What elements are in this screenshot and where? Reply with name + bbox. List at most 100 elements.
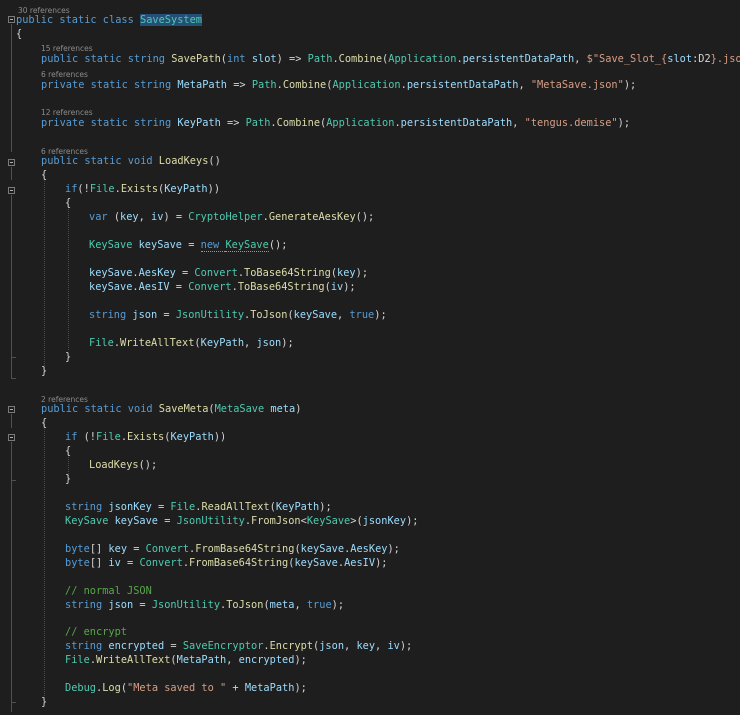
code-line[interactable]: KeySave keySave = new KeySave(); [0, 239, 740, 252]
codelens-keypath-references[interactable]: 12 references [41, 108, 93, 117]
code-token: ); [375, 557, 388, 569]
code-token: iv [330, 281, 344, 293]
code-line[interactable]: { [0, 445, 740, 457]
code-token: AesIV [344, 557, 376, 569]
codelens-savepath-references[interactable]: 15 references [41, 44, 93, 53]
code-token: }.json" [710, 53, 740, 65]
code-line[interactable]: private static string MetaPath => Path.C… [0, 79, 740, 91]
code-line[interactable]: public static string SavePath(int slot) … [0, 53, 740, 65]
code-line[interactable]: var (key, iv) = CryptoHelper.GenerateAes… [0, 211, 740, 223]
code-token: keySave [114, 515, 159, 527]
code-line[interactable]: // encrypt [0, 626, 740, 638]
code-token: JsonUtility [176, 515, 245, 527]
code-token: byte [65, 543, 90, 555]
code-line[interactable]: private static string KeyPath => Path.Co… [0, 117, 740, 129]
code-line[interactable]: keySave.AesIV = Convert.ToBase64String(i… [0, 281, 740, 293]
fold-end-tick [11, 378, 16, 379]
codelens-metapath-references[interactable]: 6 references [41, 70, 88, 79]
code-token: public static void [41, 403, 159, 415]
code-line[interactable]: } [0, 473, 740, 485]
code-token: = [175, 267, 195, 279]
code-token: Debug [65, 682, 96, 694]
code-token: key [108, 543, 128, 555]
code-line[interactable]: public static class SaveSystem [0, 14, 740, 26]
code-token: , [294, 599, 307, 611]
code-token: KeyPath [200, 337, 245, 349]
code-line[interactable]: string json = JsonUtility.ToJson(meta, t… [0, 599, 740, 611]
code-token: ReadAllText [201, 501, 270, 513]
code-line[interactable]: File.WriteAllText(MetaPath, encrypted); [0, 654, 740, 666]
code-token: Application [332, 79, 401, 91]
code-token: } [41, 365, 48, 377]
code-token: private static string [41, 79, 178, 91]
code-line[interactable]: { [0, 197, 740, 209]
code-line[interactable]: { [0, 28, 740, 40]
code-token: true [306, 599, 332, 611]
code-token: if [65, 431, 84, 443]
code-line[interactable]: } [0, 351, 740, 363]
code-token: public static class [16, 14, 140, 26]
code-line[interactable]: LoadKeys(); [0, 459, 740, 471]
code-line[interactable]: KeySave keySave = JsonUtility.FromJson<K… [0, 515, 740, 527]
code-token: )) [207, 183, 221, 195]
code-line[interactable]: string jsonKey = File.ReadAllText(KeyPat… [0, 501, 740, 513]
code-token: + [226, 682, 245, 694]
code-line[interactable]: { [0, 169, 740, 181]
code-line[interactable]: if(!File.Exists(KeyPath)) [0, 183, 740, 195]
code-line[interactable]: // normal JSON [0, 585, 740, 597]
code-token: Exists [120, 183, 159, 195]
code-token: (); [268, 239, 288, 251]
code-line[interactable]: byte[] iv = Convert.FromBase64String(key… [0, 557, 740, 569]
code-line[interactable]: byte[] key = Convert.FromBase64String(ke… [0, 543, 740, 555]
code-token: File [89, 183, 115, 195]
code-token: [] [89, 543, 109, 555]
code-token: , [337, 309, 350, 321]
code-token: ToBase64String [244, 267, 331, 279]
code-token: Combine [338, 53, 383, 65]
code-token: JsonUtility [151, 599, 221, 611]
code-line[interactable]: } [0, 365, 740, 377]
code-token: iv [108, 557, 121, 569]
code-line[interactable]: Debug.Log("Meta saved to " + MetaPath); [0, 682, 740, 694]
code-token: new [200, 239, 226, 252]
code-token: } [65, 473, 72, 485]
code-line[interactable]: keySave.AesKey = Convert.ToBase64String(… [0, 267, 740, 279]
code-token: string [65, 599, 109, 611]
code-token: File [96, 431, 121, 443]
code-token: Convert [188, 281, 232, 293]
code-token: KeySave [306, 515, 351, 527]
code-line[interactable]: public static void SaveMeta(MetaSave met… [0, 403, 740, 415]
code-token: LoadKeys [89, 459, 139, 471]
code-token: ); [331, 599, 345, 611]
code-token: = [157, 309, 176, 321]
code-token: Exists [127, 431, 165, 443]
code-token: , [226, 654, 239, 666]
code-token: CryptoHelper [188, 211, 263, 223]
code-line[interactable]: File.WriteAllText(KeyPath, json); [0, 337, 740, 349]
code-line[interactable]: public static void LoadKeys() [0, 155, 740, 167]
code-token: keySave [89, 281, 133, 293]
code-token: , [518, 79, 531, 91]
code-token: Encrypt [269, 640, 314, 652]
code-token: MetaPath [244, 682, 295, 694]
code-token: = [182, 239, 201, 251]
code-line[interactable]: } [0, 696, 740, 708]
code-token: MetaPath [177, 79, 227, 91]
code-token: ); [399, 640, 413, 652]
code-token: AesKey [138, 267, 176, 279]
code-token: File [170, 501, 196, 513]
code-line[interactable]: string encrypted = SaveEncryptor.Encrypt… [0, 640, 740, 652]
code-line[interactable]: if (!File.Exists(KeyPath)) [0, 431, 740, 443]
code-token: (! [77, 183, 90, 195]
code-token: KeySave [65, 515, 115, 527]
code-token: = [158, 515, 177, 527]
code-line[interactable]: string json = JsonUtility.ToJson(keySave… [0, 309, 740, 321]
code-token: keySave [294, 557, 338, 569]
code-token: WriteAllText [96, 654, 171, 666]
code-token: json [108, 599, 134, 611]
code-editor[interactable]: 30 references 15 references 6 references… [0, 0, 740, 715]
code-token: json [256, 337, 282, 349]
code-token: KeyPath [164, 183, 208, 195]
code-line[interactable]: { [0, 417, 740, 429]
code-token: = [120, 557, 140, 569]
